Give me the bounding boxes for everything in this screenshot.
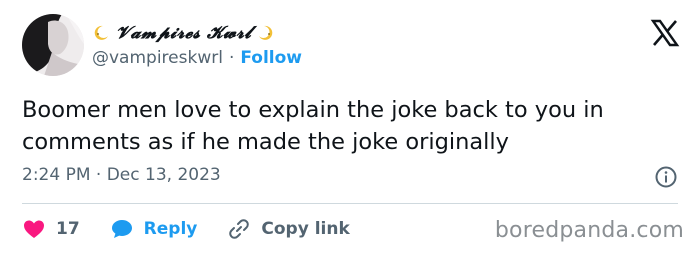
tweet-text: Boomer men love to explain the joke back… <box>22 97 604 155</box>
copy-link-label: Copy link <box>261 219 350 239</box>
heart-icon <box>22 217 46 241</box>
crescent-moon-icon <box>257 24 275 42</box>
avatar[interactable] <box>22 14 84 76</box>
tweet-time: 2:24 PM <box>22 165 91 185</box>
tweet-date: Dec 13, 2023 <box>106 165 221 185</box>
user-handle[interactable]: @vampireskwrl <box>92 48 223 68</box>
speech-bubble-icon <box>110 217 134 241</box>
link-icon <box>227 217 251 241</box>
follow-button[interactable]: Follow <box>240 48 302 68</box>
separator: · <box>95 165 102 185</box>
action-bar: 17 Reply Copy link <box>22 214 350 244</box>
divider <box>22 203 678 204</box>
crescent-moon-icon <box>92 24 110 42</box>
like-count: 17 <box>56 219 80 239</box>
tweet-timestamp[interactable]: 2:24 PM · Dec 13, 2023 <box>22 165 221 185</box>
like-button[interactable]: 17 <box>22 217 80 241</box>
reply-button[interactable]: Reply <box>110 217 198 241</box>
x-logo-icon[interactable] <box>650 18 680 48</box>
info-icon[interactable] <box>654 165 678 189</box>
copy-link-button[interactable]: Copy link <box>227 217 350 241</box>
watermark: boredpanda.com <box>494 218 684 243</box>
separator: · <box>228 48 235 68</box>
name-row: 𝓥𝓪𝓶𝓹𝓲𝓻𝓮𝓼 𝓚𝔀𝓻𝓵 <box>92 20 275 46</box>
handle-row: @vampireskwrl · Follow <box>92 48 302 68</box>
display-name[interactable]: 𝓥𝓪𝓶𝓹𝓲𝓻𝓮𝓼 𝓚𝔀𝓻𝓵 <box>116 23 251 43</box>
reply-label: Reply <box>143 219 198 239</box>
